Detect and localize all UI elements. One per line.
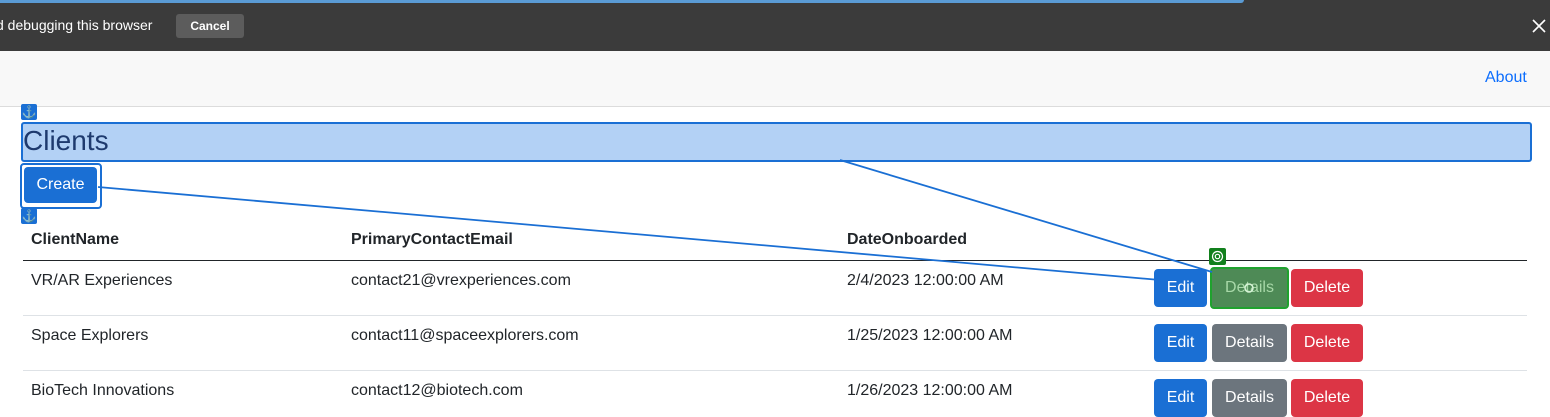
row-divider	[23, 315, 1527, 316]
cancel-debugging-button[interactable]: Cancel	[176, 14, 244, 38]
debugging-banner: d debugging this browser Cancel	[0, 0, 1550, 51]
email-cell: contact11@spaceexplorers.com	[351, 327, 579, 344]
progress-bar	[0, 0, 1244, 3]
delete-button[interactable]: Delete	[1291, 379, 1363, 417]
page-title: Clients	[23, 125, 109, 156]
date-cell: 1/26/2023 12:00:00 AM	[847, 382, 1013, 399]
email-cell: contact12@biotech.com	[351, 382, 523, 399]
date-cell: 1/25/2023 12:00:00 AM	[847, 327, 1013, 344]
close-icon[interactable]	[1529, 16, 1549, 36]
details-button[interactable]: Details	[1212, 379, 1287, 417]
connector-line	[97, 186, 1161, 281]
delete-button[interactable]: Delete	[1291, 324, 1363, 362]
details-button[interactable]: Details	[1210, 267, 1289, 309]
details-button[interactable]: Details	[1212, 324, 1287, 362]
edit-button[interactable]: Edit	[1154, 269, 1207, 307]
create-button[interactable]: Create	[24, 167, 97, 203]
edit-button[interactable]: Edit	[1154, 379, 1207, 417]
debugging-message: d debugging this browser	[0, 17, 153, 33]
title-highlight	[21, 122, 1532, 162]
connector-line	[839, 159, 1213, 273]
anchor-icon: ⚓	[21, 104, 37, 120]
nav-link-about[interactable]: About	[1485, 69, 1527, 87]
client-name-cell: VR/AR Experiences	[31, 272, 173, 289]
anchor-icon: ⚓	[21, 208, 37, 224]
table-header-divider	[23, 260, 1527, 261]
column-header-dateonboarded: DateOnboarded	[847, 231, 968, 248]
row-divider	[23, 370, 1527, 371]
client-name-cell: Space Explorers	[31, 327, 149, 344]
edit-button[interactable]: Edit	[1154, 324, 1207, 362]
column-header-clientname: ClientName	[31, 231, 120, 248]
client-name-cell: BioTech Innovations	[31, 382, 175, 399]
email-cell: contact21@vrexperiences.com	[351, 272, 571, 289]
navbar: About	[0, 51, 1550, 107]
delete-button[interactable]: Delete	[1291, 269, 1363, 307]
target-icon	[1209, 248, 1226, 265]
date-cell: 2/4/2023 12:00:00 AM	[847, 272, 1004, 289]
column-header-primarycontactemail: PrimaryContactEmail	[351, 231, 513, 248]
